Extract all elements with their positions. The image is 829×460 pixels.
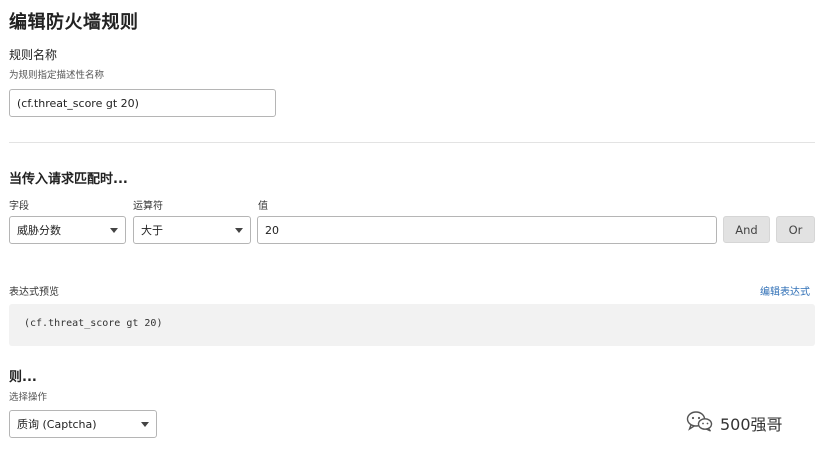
field-select[interactable]: 威胁分数 — [9, 216, 126, 244]
chevron-down-icon — [141, 421, 149, 427]
rule-name-input-value: (cf.threat_score gt 20) — [17, 96, 139, 110]
value-label: 值 — [258, 201, 268, 212]
and-button[interactable]: And — [723, 216, 770, 243]
action-select[interactable]: 质询 (Captcha) — [9, 410, 157, 438]
action-select-value: 质询 (Captcha) — [17, 418, 97, 431]
expression-preview-label: 表达式预览 — [9, 287, 59, 298]
expression-preview-code: (cf.threat_score gt 20) — [24, 318, 163, 329]
operator-select[interactable]: 大于 — [133, 216, 251, 244]
value-input[interactable]: 20 — [257, 216, 717, 244]
wechat-icon — [686, 410, 714, 436]
operator-label: 运算符 — [133, 201, 163, 212]
then-heading: 则... — [9, 370, 37, 385]
action-label: 选择操作 — [9, 392, 48, 403]
watermark-text: 500强哥 — [720, 415, 783, 434]
rule-name-help: 为规则指定描述性名称 — [9, 70, 105, 81]
page-title: 编辑防火墙规则 — [9, 12, 139, 33]
or-button[interactable]: Or — [776, 216, 815, 243]
firewall-rule-editor: 编辑防火墙规则 规则名称 为规则指定描述性名称 (cf.threat_score… — [0, 0, 829, 460]
chevron-down-icon — [235, 227, 243, 233]
rule-name-input[interactable]: (cf.threat_score gt 20) — [9, 89, 276, 117]
field-label: 字段 — [9, 201, 29, 212]
operator-select-value: 大于 — [141, 224, 163, 237]
edit-expression-link[interactable]: 编辑表达式 — [760, 283, 810, 298]
section-divider — [9, 142, 815, 143]
value-input-value: 20 — [265, 223, 279, 237]
rule-name-label: 规则名称 — [9, 48, 58, 62]
match-heading: 当传入请求匹配时... — [9, 172, 128, 187]
field-select-value: 威胁分数 — [17, 224, 61, 237]
chevron-down-icon — [110, 227, 118, 233]
watermark: 500强哥 — [686, 410, 783, 436]
